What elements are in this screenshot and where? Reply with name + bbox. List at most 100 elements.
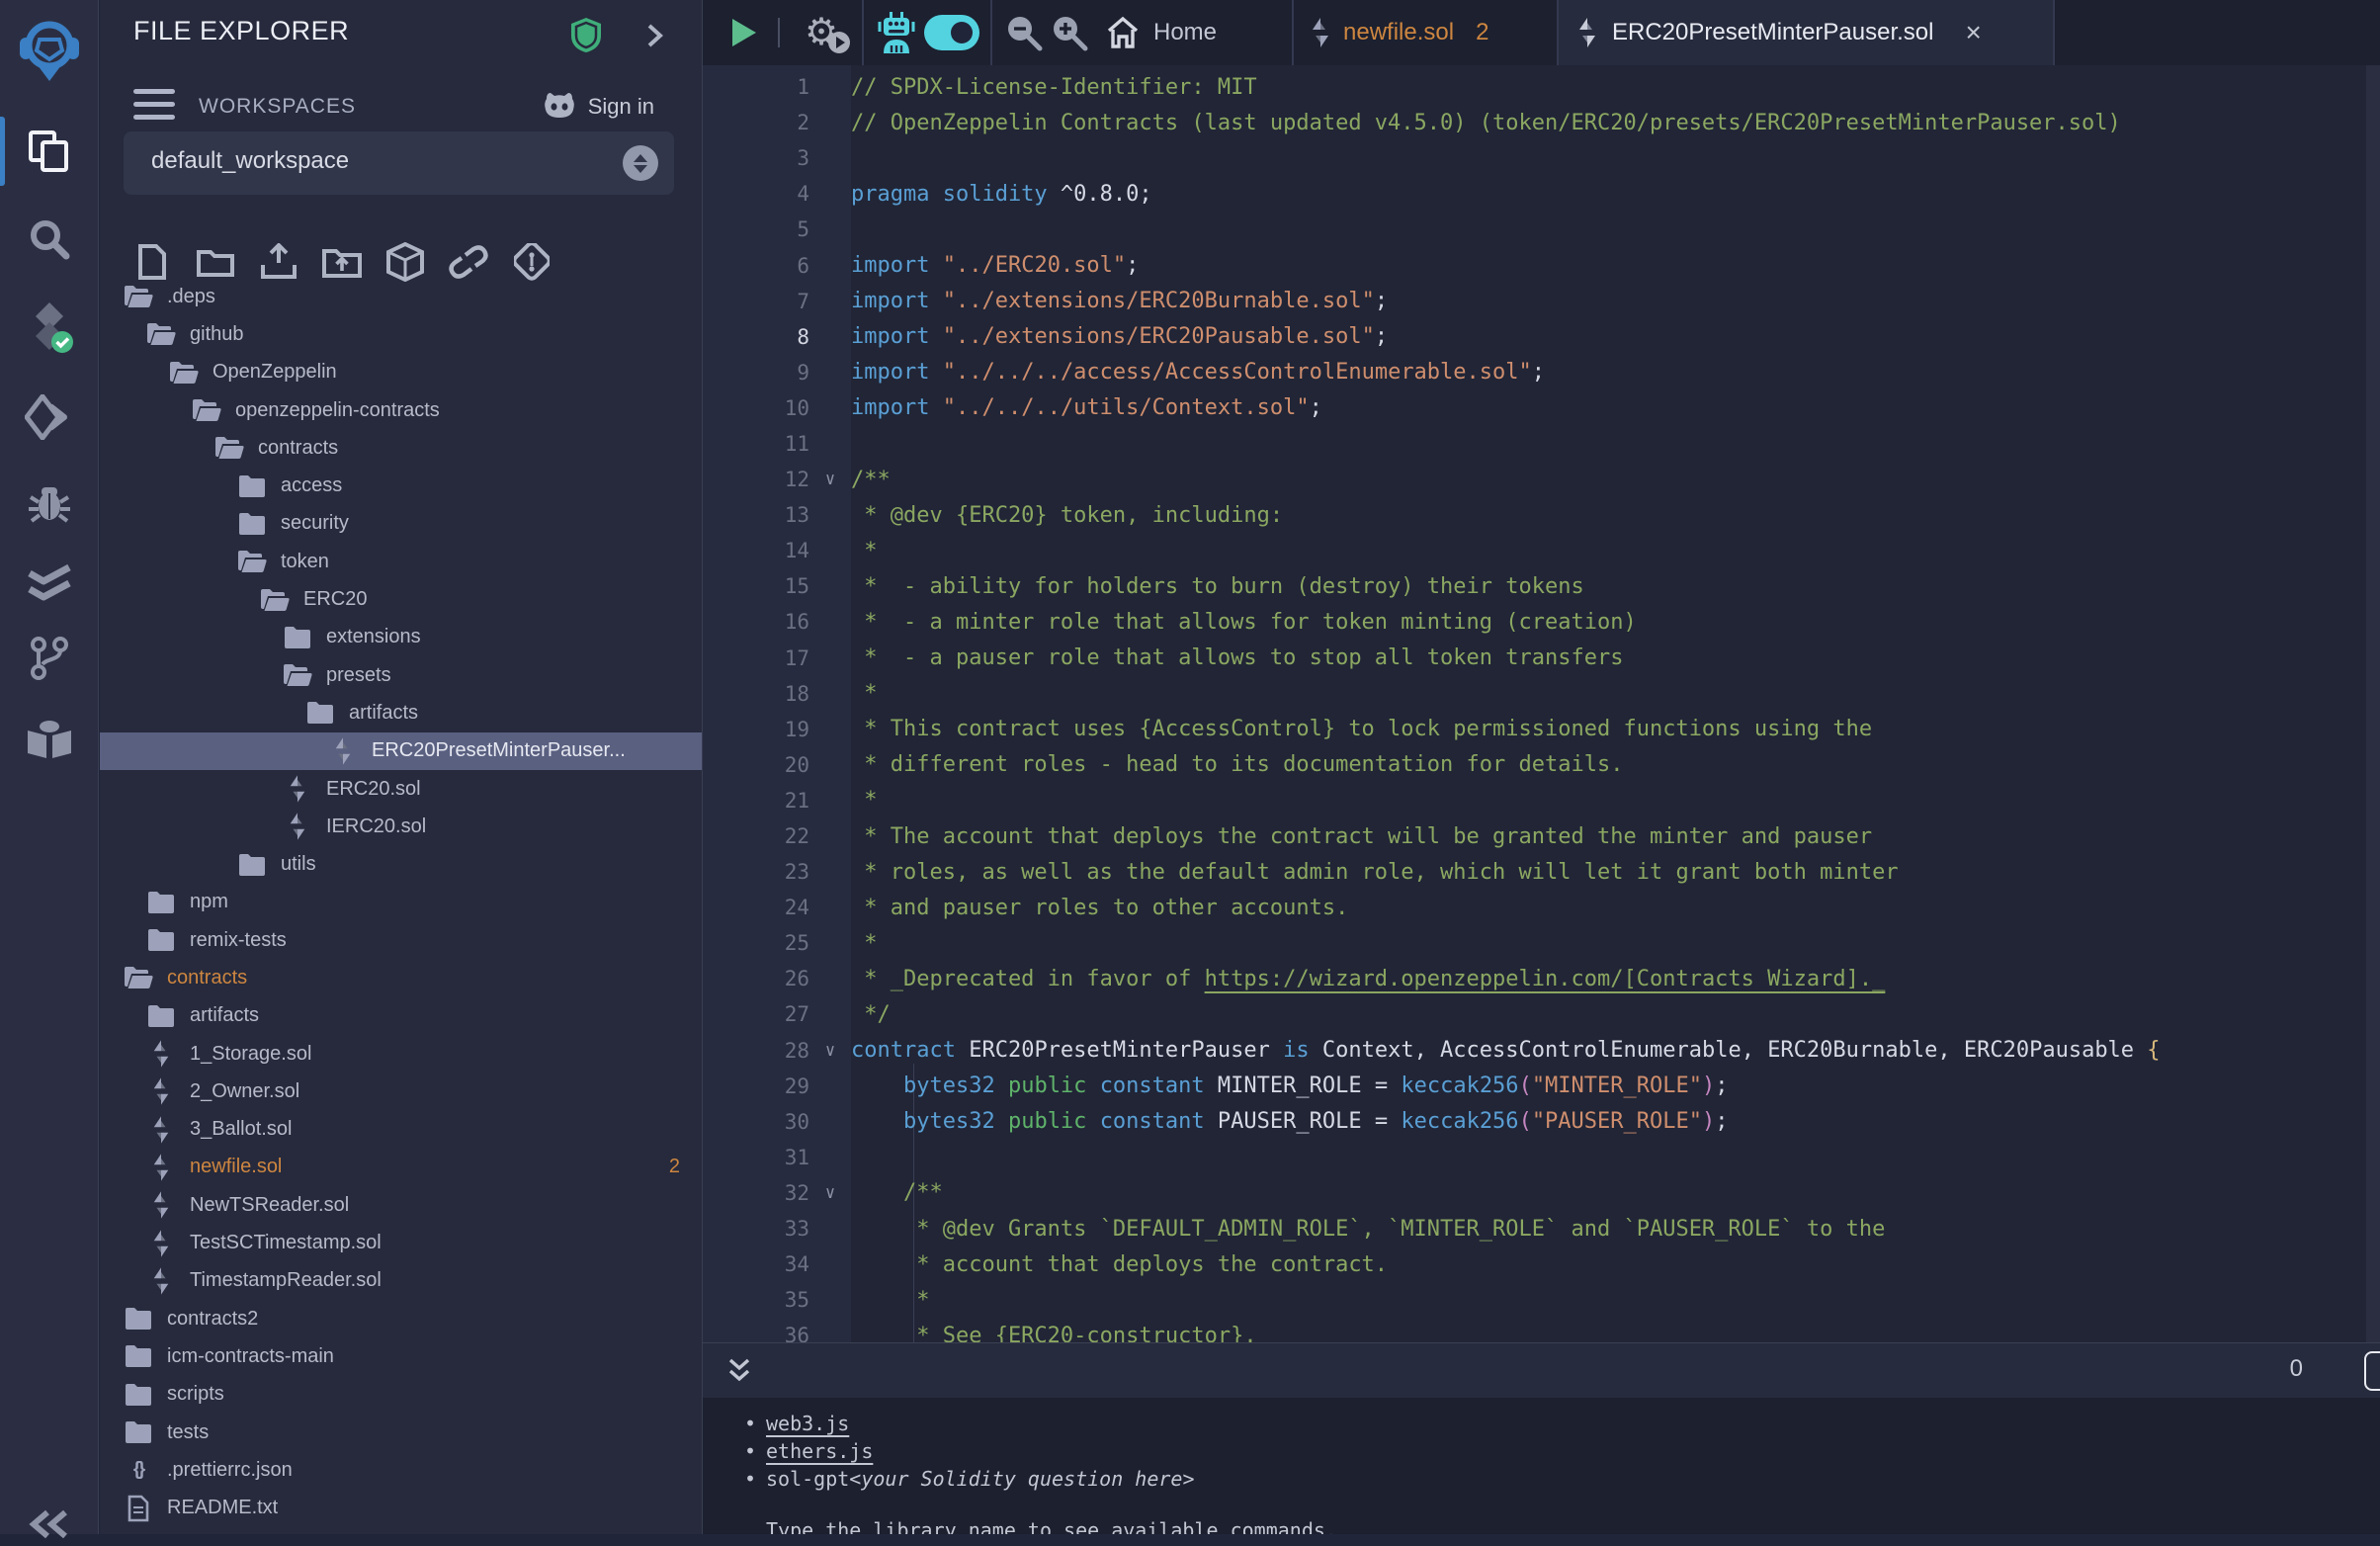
zoom-out-button[interactable] <box>1001 0 1047 65</box>
shield-icon <box>569 16 603 53</box>
code-line-9: 9import "../../../access/AccessControlEn… <box>703 355 2380 390</box>
deploy-run-icon <box>25 394 74 440</box>
tree-item-artifacts[interactable]: artifacts <box>100 694 702 731</box>
line-number: 11 <box>703 432 809 456</box>
line-number: 17 <box>703 646 809 670</box>
fold-chevron-icon[interactable]: ∨ <box>809 1183 851 1203</box>
tree-item-erc20[interactable]: ERC20 <box>100 580 702 618</box>
run-script-button[interactable] <box>721 0 768 65</box>
terminal-library-link[interactable]: ethers.js <box>766 1439 873 1463</box>
hamburger-menu-icon[interactable] <box>133 87 175 123</box>
zoom-in-button[interactable] <box>1047 0 1092 65</box>
sidebar-item-git[interactable] <box>0 629 99 688</box>
sol-icon <box>146 1039 176 1069</box>
tree-item-erc20-sol[interactable]: ERC20.sol <box>100 770 702 808</box>
fold-chevron-icon[interactable]: ∨ <box>809 1041 851 1061</box>
terminal-output[interactable]: •web3.js•ethers.js•sol-gpt <your Solidit… <box>703 1398 2380 1534</box>
fold-chevron-icon[interactable]: ∨ <box>809 470 851 489</box>
tree-item-token[interactable]: token <box>100 543 702 580</box>
tab-erc20-preset-minter-pauser[interactable]: ERC20PresetMinterPauser.sol × <box>1559 0 2053 65</box>
zoom-in-icon <box>1051 14 1088 51</box>
tree-item-timestampreader-sol[interactable]: TimestampReader.sol <box>100 1262 702 1300</box>
collapse-sidebar-button[interactable] <box>0 1506 99 1546</box>
line-number: 22 <box>703 824 809 848</box>
tree-item-tests[interactable]: tests <box>100 1414 702 1451</box>
tree-item--deps[interactable]: .deps <box>100 278 702 315</box>
terminal-library-link[interactable]: web3.js <box>766 1412 849 1435</box>
code-line-29: 29 bytes32 public constant MINTER_ROLE =… <box>703 1069 2380 1104</box>
tree-item-icm-contracts-main[interactable]: icm-contracts-main <box>100 1337 702 1375</box>
script-settings-button[interactable]: ⚙ <box>794 0 849 65</box>
tree-item-2-owner-sol[interactable]: 2_Owner.sol <box>100 1073 702 1110</box>
editor-scrollbar[interactable] <box>2366 65 2380 1342</box>
line-number: 6 <box>703 254 809 278</box>
sidebar-item-debugger[interactable] <box>0 472 99 532</box>
sidebar-item-search[interactable] <box>0 210 99 269</box>
ai-assistant-button[interactable] <box>873 0 920 65</box>
sidebar-item-deploy-and-run[interactable] <box>0 387 99 447</box>
code-editor[interactable]: 1// SPDX-License-Identifier: MIT2// Open… <box>703 65 2380 1342</box>
sidebar-item-file-explorer[interactable] <box>0 117 99 186</box>
code-text: * - a minter role that allows for token … <box>851 610 1637 635</box>
code-line-35: 35 * <box>703 1282 2380 1318</box>
tab-newfile-sol[interactable]: newfile.sol 2 <box>1296 0 1557 65</box>
close-tab-icon[interactable]: × <box>1965 17 1981 48</box>
remix-logo[interactable] <box>0 16 99 87</box>
divider <box>862 0 864 65</box>
code-text: * See {ERC20-constructor}. <box>851 1324 1257 1342</box>
sidebar-item-solidity-compiler[interactable] <box>0 297 99 360</box>
line-number: 13 <box>703 503 809 527</box>
tree-item-security[interactable]: security <box>100 505 702 543</box>
terminal-search-input[interactable] <box>2364 1351 2380 1391</box>
tree-item-access[interactable]: access <box>100 467 702 504</box>
tree-item-erc20presetminterpauser-[interactable]: ERC20PresetMinterPauser... <box>100 732 702 770</box>
tree-item-contracts[interactable]: contracts <box>100 429 702 467</box>
icon-sidebar <box>0 0 99 1534</box>
workspace-sorter-icon <box>623 145 658 181</box>
sidebar-item-unit-testing[interactable] <box>0 556 99 615</box>
folder-icon <box>124 1383 153 1407</box>
tree-item-3-ballot-sol[interactable]: 3_Ballot.sol <box>100 1111 702 1149</box>
tree-item-github[interactable]: github <box>100 315 702 353</box>
tree-item-utils[interactable]: utils <box>100 845 702 883</box>
workspace-select[interactable]: default_workspace <box>124 131 674 195</box>
tree-item-openzeppelin[interactable]: OpenZeppelin <box>100 354 702 391</box>
tree-item-extensions[interactable]: extensions <box>100 619 702 656</box>
tree-item-openzeppelin-contracts[interactable]: openzeppelin-contracts <box>100 391 702 429</box>
folder-open-icon <box>260 588 290 612</box>
tree-item-npm[interactable]: npm <box>100 884 702 921</box>
tree-item-remix-tests[interactable]: remix-tests <box>100 921 702 959</box>
tree-item-scripts[interactable]: scripts <box>100 1376 702 1414</box>
tab-home[interactable]: Home <box>1106 0 1217 65</box>
tree-item-testsctimestamp-sol[interactable]: TestSCTimestamp.sol <box>100 1224 702 1261</box>
tree-item-contracts[interactable]: contracts <box>100 959 702 996</box>
folder-icon <box>283 626 312 649</box>
tree-item--prettierrc-json[interactable]: { }.prettierrc.json <box>100 1451 702 1489</box>
tree-item-presets[interactable]: presets <box>100 656 702 694</box>
tree-item-artifacts[interactable]: artifacts <box>100 997 702 1035</box>
sign-in-button[interactable]: Sign in <box>541 91 654 123</box>
tree-item-ierc20-sol[interactable]: IERC20.sol <box>100 808 702 845</box>
gears-icon: ⚙ <box>805 14 838 51</box>
terminal-hint: Type the library name to see available c… <box>703 1518 2380 1534</box>
code-text: * different roles - head to its document… <box>851 752 1623 777</box>
code-text: import "../../../utils/Context.sol"; <box>851 395 1322 420</box>
contracts-wizard-link[interactable]: https://wizard.openzeppelin.com/[Contrac… <box>1205 967 1886 991</box>
tree-item-contracts2[interactable]: contracts2 <box>100 1300 702 1337</box>
tree-item-newfile-sol[interactable]: newfile.sol2 <box>100 1149 702 1186</box>
file-tree: .depsgithubOpenZeppelinopenzeppelin-cont… <box>100 278 702 1534</box>
sidebar-item-plugin-manager[interactable] <box>0 708 99 773</box>
ai-toggle[interactable] <box>924 0 979 65</box>
tree-item-readme-txt[interactable]: README.txt <box>100 1490 702 1527</box>
folder-open-icon <box>124 285 153 308</box>
panel-chevron-right-icon[interactable] <box>642 22 666 49</box>
tree-item-1-storage-sol[interactable]: 1_Storage.sol <box>100 1035 702 1073</box>
terminal-header[interactable]: 0 <box>703 1342 2380 1398</box>
code-line-23: 23 * roles, as well as the default admin… <box>703 854 2380 890</box>
code-line-4: 4pragma solidity ^0.8.0; <box>703 176 2380 212</box>
tab-active-label: ERC20PresetMinterPauser.sol <box>1612 19 1933 46</box>
terminal-expand-icon[interactable] <box>724 1357 754 1387</box>
tree-item-newtsreader-sol[interactable]: NewTSReader.sol <box>100 1186 702 1224</box>
code-line-34: 34 * account that deploys the contract. <box>703 1246 2380 1282</box>
line-number: 30 <box>703 1110 809 1134</box>
